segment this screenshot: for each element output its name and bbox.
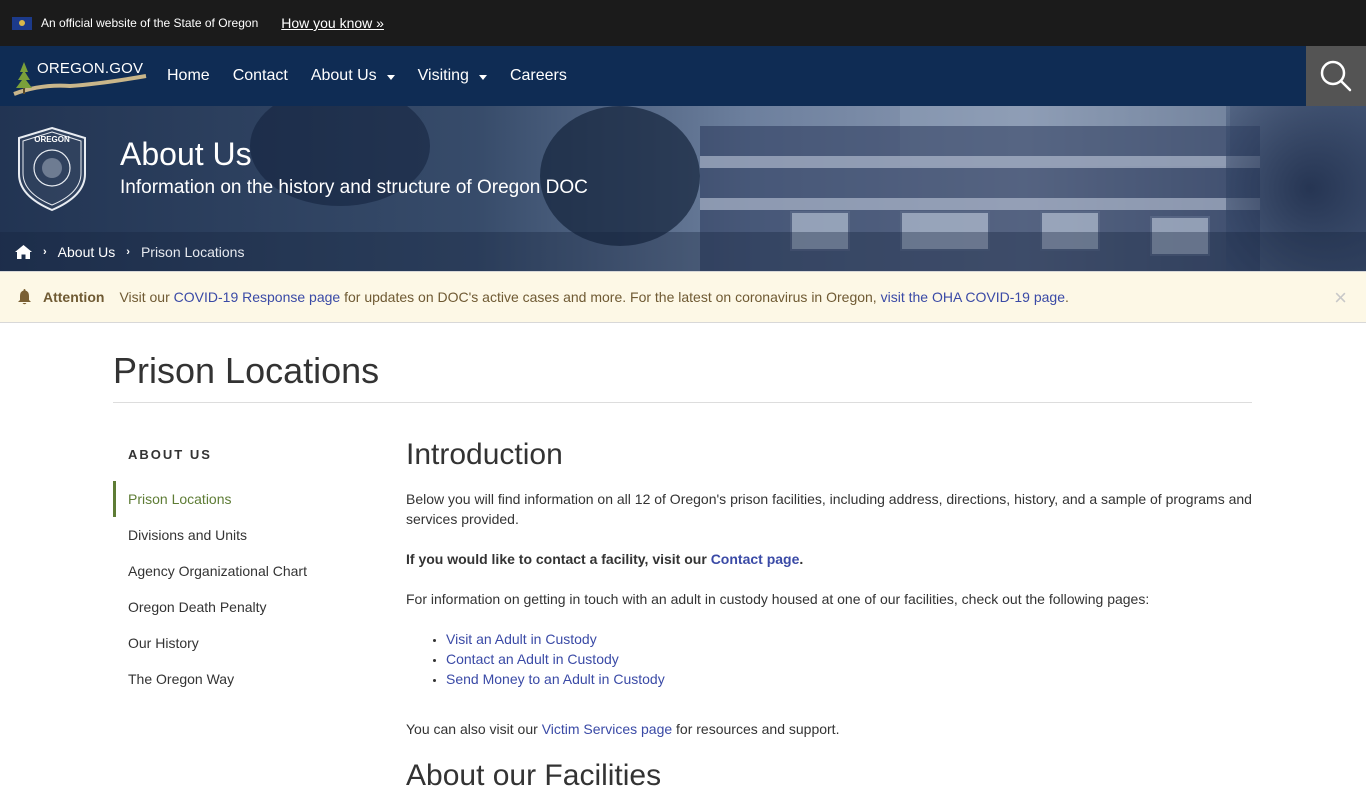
contact-paragraph: If you would like to contact a facility,…	[406, 549, 1256, 569]
list-item: Send Money to an Adult in Custody	[446, 669, 1256, 689]
page-title: Prison Locations	[113, 350, 380, 391]
sidebar-item-divisions-and-units[interactable]: Divisions and Units	[113, 517, 363, 553]
visit-adult-link[interactable]: Visit an Adult in Custody	[446, 631, 597, 647]
oha-covid-link[interactable]: visit the OHA COVID-19 page	[881, 289, 1065, 305]
alert-text-part: for updates on DOC's active cases and mo…	[340, 289, 881, 305]
touch-paragraph: For information on getting in touch with…	[406, 591, 1150, 607]
sidebar-item-label: Oregon Death Penalty	[128, 599, 267, 615]
sidebar-item-death-penalty[interactable]: Oregon Death Penalty	[113, 589, 363, 625]
doc-seal-logo: OREGON	[18, 126, 86, 212]
list-item: Visit an Adult in Custody	[446, 629, 1256, 649]
victim-text: for resources and support.	[672, 721, 840, 737]
close-alert-icon[interactable]: ×	[1334, 287, 1347, 309]
nav-label: Home	[167, 67, 210, 84]
nav-label: Visiting	[417, 67, 469, 84]
sidebar-item-prison-locations[interactable]: Prison Locations	[113, 481, 363, 517]
official-banner: An official website of the State of Oreg…	[0, 0, 1366, 46]
hero-banner: OREGON About Us Information on the histo…	[0, 106, 1366, 271]
victim-services-link[interactable]: Victim Services page	[542, 721, 672, 737]
nav-item-home[interactable]: Home	[167, 67, 210, 85]
main-nav: OREGON.GOV Home Contact About Us Visitin…	[0, 46, 1366, 106]
sidebar-item-label: The Oregon Way	[128, 671, 235, 687]
introduction-heading: Introduction	[406, 438, 563, 471]
title-divider	[113, 402, 1252, 403]
alert-text: Visit our COVID-19 Response page for upd…	[119, 289, 1068, 305]
breadcrumb-current: Prison Locations	[140, 243, 245, 260]
nav-items: Home Contact About Us Visiting Careers	[167, 67, 590, 85]
nav-item-contact[interactable]: Contact	[233, 67, 288, 85]
breadcrumb-about-us[interactable]: About Us	[58, 244, 116, 260]
sidebar-item-label: Prison Locations	[128, 491, 232, 507]
caret-down-icon	[386, 74, 395, 80]
sidebar-item-label: Divisions and Units	[128, 527, 248, 543]
send-money-link[interactable]: Send Money to an Adult in Custody	[446, 671, 665, 687]
seal-text: OREGON	[34, 135, 70, 144]
list-item: Contact an Adult in Custody	[446, 649, 1256, 669]
contact-adult-link[interactable]: Contact an Adult in Custody	[446, 651, 619, 667]
sidebar-item-label: Agency Organizational Chart	[128, 563, 307, 579]
nav-item-careers[interactable]: Careers	[510, 67, 567, 85]
victim-services-paragraph: You can also visit our Victim Services p…	[406, 719, 1256, 739]
custody-links-list: Visit an Adult in Custody Contact an Adu…	[446, 629, 1256, 689]
sidebar-item-our-history[interactable]: Our History	[113, 625, 363, 661]
sidebar-item-oregon-way[interactable]: The Oregon Way	[113, 661, 363, 697]
bell-icon	[18, 289, 31, 305]
nav-item-visiting[interactable]: Visiting	[418, 67, 487, 85]
breadcrumb: › About Us › Prison Locations	[0, 232, 1366, 271]
nav-label: Contact	[232, 67, 288, 84]
contact-end: .	[799, 551, 804, 567]
nav-item-about-us[interactable]: About Us	[311, 67, 395, 85]
sidebar-item-org-chart[interactable]: Agency Organizational Chart	[113, 553, 363, 589]
caret-down-icon	[478, 74, 487, 80]
sidebar-heading: ABOUT US	[128, 447, 212, 462]
victim-text: You can also visit our	[406, 721, 542, 737]
sidebar-nav: ABOUT US Prison Locations Divisions and …	[113, 440, 363, 697]
alert-text-part: .	[1065, 289, 1069, 305]
chevron-right-icon: ›	[126, 245, 130, 258]
hero-title: About Us	[120, 136, 252, 172]
nav-label: About Us	[310, 67, 377, 84]
logo-text: OREGON.GOV	[37, 60, 144, 77]
oregon-flag-icon	[12, 16, 32, 30]
sidebar-item-label: Our History	[128, 635, 199, 651]
search-button[interactable]	[1306, 46, 1366, 106]
nav-label: Careers	[509, 67, 567, 84]
oregon-gov-logo[interactable]: OREGON.GOV	[10, 46, 150, 106]
intro-paragraph: Below you will find information on all 1…	[406, 491, 1252, 527]
alert-label: Attention	[43, 289, 105, 305]
contact-page-link[interactable]: Contact page	[711, 551, 800, 567]
chevron-right-icon: ›	[43, 245, 47, 258]
search-icon	[1320, 60, 1352, 92]
facilities-heading: About our Facilities	[406, 759, 662, 792]
contact-text: If you would like to contact a facility,…	[406, 551, 711, 567]
attention-alert: Attention Visit our COVID-19 Response pa…	[0, 271, 1366, 323]
covid-response-link[interactable]: COVID-19 Response page	[174, 289, 341, 305]
how-you-know-link[interactable]: How you know »	[281, 15, 384, 31]
home-icon[interactable]	[15, 244, 32, 259]
alert-text-part: Visit our	[119, 289, 174, 305]
main-content: Introduction Below you will find informa…	[406, 438, 1256, 810]
official-website-text: An official website of the State of Oreg…	[41, 16, 259, 30]
hero-subtitle: Information on the history and structure…	[120, 177, 588, 198]
